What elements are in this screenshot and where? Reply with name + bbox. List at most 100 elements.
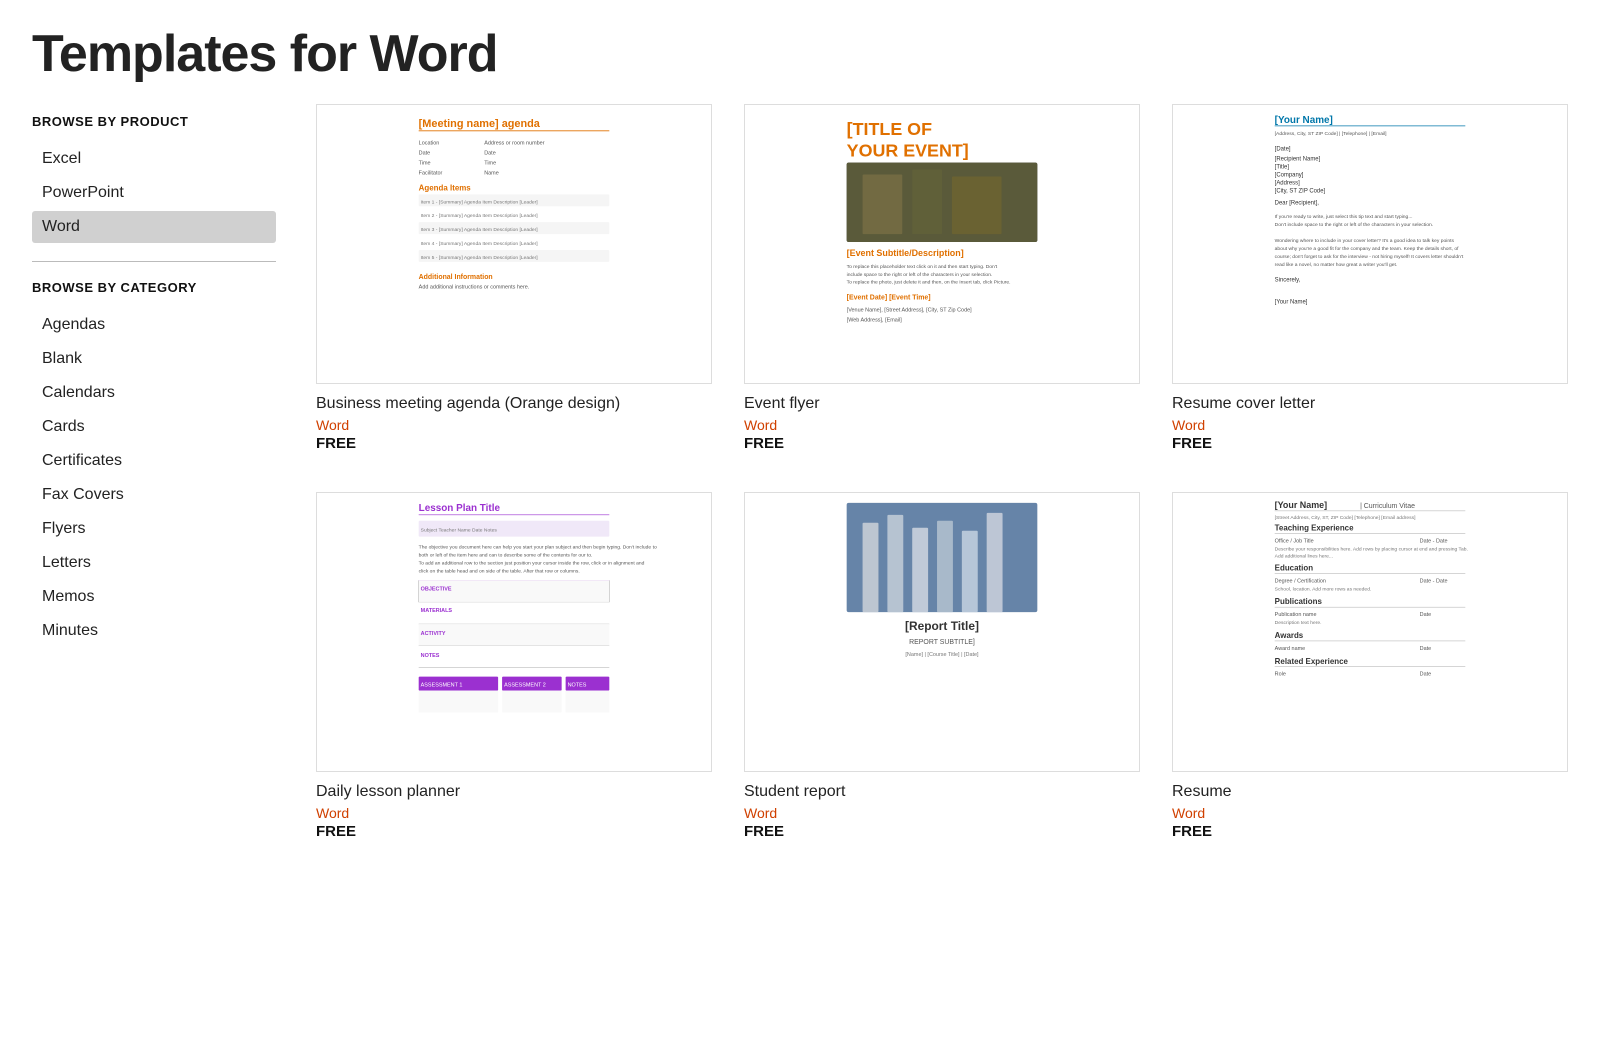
svg-text:To replace this placeholder te: To replace this placeholder text click o…: [847, 264, 998, 270]
template-price-resume: FREE: [1172, 823, 1568, 840]
svg-text:Sincerely,: Sincerely,: [1275, 278, 1301, 284]
svg-text:[Your Name]: [Your Name]: [1275, 500, 1327, 510]
template-card-lesson-planner[interactable]: Lesson Plan Title Subject Teacher Name D…: [316, 492, 712, 840]
svg-text:If you're ready to write, just: If you're ready to write, just select th…: [1275, 214, 1413, 220]
sidebar-product-word[interactable]: Word: [32, 211, 276, 243]
template-name-resume: Resume: [1172, 782, 1568, 803]
svg-text:Related Experience: Related Experience: [1275, 657, 1349, 666]
svg-text:MATERIALS: MATERIALS: [421, 608, 453, 614]
svg-text:Item 2 - [Summary] Agenda: Item 2 - [Summary] Agenda Item Descripti…: [421, 213, 539, 219]
category-list: AgendasBlankCalendarsCardsCertificatesFa…: [32, 309, 276, 647]
sidebar-category-memos[interactable]: Memos: [32, 581, 276, 613]
template-thumbnail-agenda-orange: [Meeting name] agenda Location Address o…: [316, 104, 712, 384]
svg-text:Teaching Experience: Teaching Experience: [1275, 524, 1354, 533]
svg-text:NOTES: NOTES: [568, 682, 587, 688]
svg-text:Add additional lines here...: Add additional lines here...: [1275, 553, 1333, 559]
svg-text:Description text here.: Description text here.: [1275, 620, 1322, 626]
content-area: [Meeting name] agenda Location Address o…: [300, 104, 1600, 840]
svg-text:Date - Date: Date - Date: [1420, 578, 1448, 584]
svg-text:Wondering where to include in: Wondering where to include in your cover…: [1275, 238, 1455, 244]
svg-text:Date: Date: [1420, 646, 1432, 652]
svg-text:The objective you document her: The objective you document here can help…: [419, 544, 657, 550]
sidebar-category-flyers[interactable]: Flyers: [32, 513, 276, 545]
svg-text:[Event Subtitle/Description]: [Event Subtitle/Description]: [847, 248, 964, 258]
sidebar-category-certificates[interactable]: Certificates: [32, 445, 276, 477]
svg-text:REPORT SUBTITLE]: REPORT SUBTITLE]: [909, 639, 975, 646]
svg-text:Role: Role: [1275, 671, 1286, 677]
template-thumbnail-lesson-planner: Lesson Plan Title Subject Teacher Name D…: [316, 492, 712, 772]
svg-text:[Your Name]: [Your Name]: [1275, 115, 1333, 126]
svg-text:[Report Title]: [Report Title]: [905, 619, 979, 633]
svg-text:YOUR EVENT]: YOUR EVENT]: [847, 141, 969, 161]
svg-text:[Web Address], [Email]: [Web Address], [Email]: [847, 317, 903, 323]
svg-text:ACTIVITY: ACTIVITY: [421, 631, 446, 637]
svg-text:[Title]: [Title]: [1275, 165, 1290, 171]
template-price-lesson-planner: FREE: [316, 823, 712, 840]
svg-text:Item 3 - [Summary] Agenda: Item 3 - [Summary] Agenda Item Descripti…: [421, 227, 539, 233]
template-card-student-report[interactable]: [Report Title] REPORT SUBTITLE] [Name] |…: [744, 492, 1140, 840]
svg-text:[Your Name]: [Your Name]: [1275, 300, 1308, 306]
sidebar-category-minutes[interactable]: Minutes: [32, 615, 276, 647]
template-card-resume[interactable]: [Your Name] | Curriculum Vitae [Street A…: [1172, 492, 1568, 840]
sidebar-divider: [32, 261, 276, 262]
svg-text:Date - Date: Date - Date: [1420, 538, 1448, 544]
svg-text:Dear [Recipient],: Dear [Recipient],: [1275, 200, 1320, 206]
svg-text:Date: Date: [419, 151, 431, 157]
template-product-resume-cover: Word: [1172, 417, 1568, 433]
svg-text:read like a novel, no matter h: read like a novel, no matter how great a…: [1275, 262, 1398, 268]
svg-text:click on the table head and on: click on the table head and on side of t…: [419, 568, 580, 574]
svg-text:Degree / Certification: Degree / Certification: [1275, 578, 1326, 584]
template-product-lesson-planner: Word: [316, 805, 712, 821]
template-price-resume-cover: FREE: [1172, 435, 1568, 452]
svg-text:Item 5 - [Summary] Agenda: Item 5 - [Summary] Agenda Item Descripti…: [421, 255, 539, 261]
template-thumbnail-resume-cover: [Your Name] [Address, City, ST ZIP Code]…: [1172, 104, 1568, 384]
sidebar-product-excel[interactable]: Excel: [32, 143, 276, 175]
sidebar-category-agendas[interactable]: Agendas: [32, 309, 276, 341]
svg-text:To add an additional row to th: To add an additional row to the section …: [419, 560, 645, 566]
svg-text:[TITLE OF: [TITLE OF: [847, 119, 932, 139]
template-card-event-flyer[interactable]: [TITLE OF YOUR EVENT] [Event Subtitle/De…: [744, 104, 1140, 452]
template-product-student-report: Word: [744, 805, 1140, 821]
svg-text:include space to the right or: include space to the right or left of th…: [847, 272, 993, 278]
template-thumbnail-student-report: [Report Title] REPORT SUBTITLE] [Name] |…: [744, 492, 1140, 772]
template-grid: [Meeting name] agenda Location Address o…: [316, 104, 1568, 840]
svg-text:[Address]: [Address]: [1275, 180, 1300, 186]
svg-text:Publications: Publications: [1275, 597, 1323, 606]
svg-text:Office / Job Title: Office / Job Title: [1275, 538, 1314, 544]
svg-text:Don't include space to the rig: Don't include space to the right or left…: [1275, 222, 1433, 228]
svg-text:[Name] | [Course Title] | [Dat: [Name] | [Course Title] | [Date]: [905, 652, 979, 658]
template-card-resume-cover[interactable]: [Your Name] [Address, City, ST ZIP Code]…: [1172, 104, 1568, 452]
svg-text:Lesson Plan Title: Lesson Plan Title: [419, 503, 501, 514]
template-price-event-flyer: FREE: [744, 435, 1140, 452]
svg-text:about why you're a good fit fo: about why you're a good fit for the comp…: [1275, 246, 1459, 252]
template-price-agenda-orange: FREE: [316, 435, 712, 452]
sidebar-product-powerpoint[interactable]: PowerPoint: [32, 177, 276, 209]
template-name-resume-cover: Resume cover letter: [1172, 394, 1568, 415]
sidebar-category-letters[interactable]: Letters: [32, 547, 276, 579]
page-title: Templates for Word: [0, 0, 1600, 104]
svg-text:Address or room number: Address or room number: [484, 141, 544, 147]
sidebar-category-calendars[interactable]: Calendars: [32, 377, 276, 409]
main-layout: BROWSE BY PRODUCT ExcelPowerPointWord BR…: [0, 104, 1600, 880]
sidebar-category-blank[interactable]: Blank: [32, 343, 276, 375]
svg-text:Subject Teacher Name Date: Subject Teacher Name Date Notes: [421, 528, 498, 534]
sidebar-category-cards[interactable]: Cards: [32, 411, 276, 443]
svg-text:Location: Location: [419, 141, 440, 147]
svg-text:OBJECTIVE: OBJECTIVE: [421, 586, 452, 592]
svg-text:Additional Information: Additional Information: [419, 274, 493, 281]
template-thumbnail-resume: [Your Name] | Curriculum Vitae [Street A…: [1172, 492, 1568, 772]
svg-text:[City, ST ZIP Code]: [City, ST ZIP Code]: [1275, 188, 1326, 194]
template-card-agenda-orange[interactable]: [Meeting name] agenda Location Address o…: [316, 104, 712, 452]
svg-text:[Address, City, ST ZIP Code] |: [Address, City, ST ZIP Code] | [Telephon…: [1275, 131, 1387, 137]
svg-text:[Date]: [Date]: [1275, 147, 1291, 153]
svg-text:Item 1 - [Summary] Agenda: Item 1 - [Summary] Agenda Item Descripti…: [421, 199, 539, 205]
svg-text:Add additional instructions or: Add additional instructions or comments …: [419, 285, 530, 291]
svg-text:ASSESSMENT 2: ASSESSMENT 2: [504, 682, 546, 688]
svg-text:Award name: Award name: [1275, 646, 1306, 652]
sidebar: BROWSE BY PRODUCT ExcelPowerPointWord BR…: [0, 104, 300, 840]
sidebar-category-fax-covers[interactable]: Fax Covers: [32, 479, 276, 511]
svg-text:[Meeting name] agenda: [Meeting name] agenda: [419, 118, 541, 130]
svg-text:[Company]: [Company]: [1275, 172, 1304, 178]
template-name-lesson-planner: Daily lesson planner: [316, 782, 712, 803]
browse-by-category-label: BROWSE BY CATEGORY: [32, 280, 276, 297]
